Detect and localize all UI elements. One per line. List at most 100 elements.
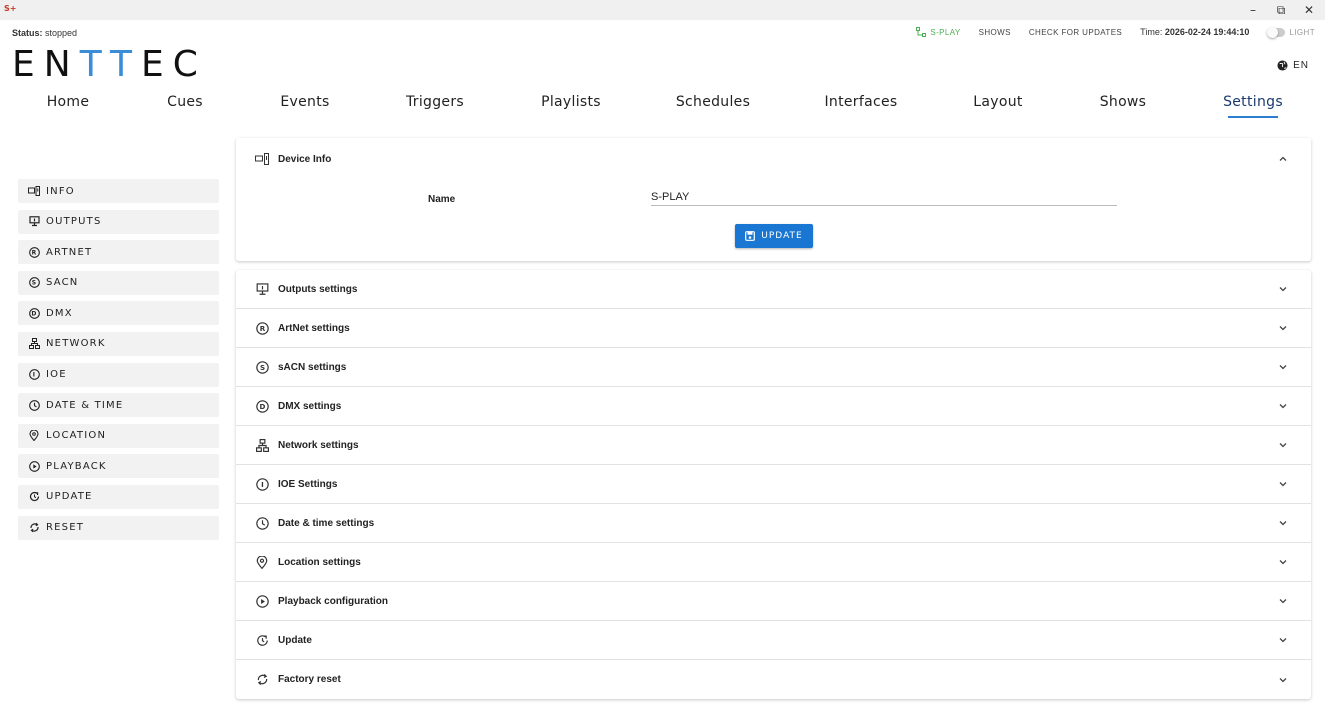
language-selector[interactable]: EN <box>1277 60 1309 71</box>
sidebar-item-label: OUTPUTS <box>46 216 102 228</box>
tab-home[interactable]: Home <box>47 94 90 110</box>
update-button[interactable]: UPDATE <box>735 224 813 248</box>
svg-text:R: R <box>31 249 37 256</box>
device-info-header[interactable]: Device Info <box>236 138 1311 180</box>
section-update[interactable]: Update <box>236 621 1311 660</box>
sidebar-item-ioe[interactable]: I IOE <box>18 362 219 387</box>
svg-text:S: S <box>31 280 37 287</box>
tab-playlists[interactable]: Playlists <box>541 94 601 110</box>
sidebar-item-sacn[interactable]: S SACN <box>18 270 219 295</box>
device-name-input[interactable]: S-PLAY <box>651 188 1117 206</box>
sidebar-item-network[interactable]: NETWORK <box>18 331 219 356</box>
section-label: sACN settings <box>278 361 347 373</box>
sidebar-item-info[interactable]: INFO <box>18 179 219 203</box>
sidebar-item-artnet[interactable]: R ARTNET <box>18 240 219 265</box>
section-dmx-settings[interactable]: D DMX settings <box>236 387 1311 426</box>
playback-status: Status: stopped <box>12 28 77 38</box>
shows-link[interactable]: SHOWS <box>979 28 1011 37</box>
clock-readout: Time: 2026-02-24 19:44:10 <box>1140 27 1249 37</box>
language-label: EN <box>1293 60 1309 71</box>
device-icon <box>28 185 40 197</box>
play-icon <box>254 593 270 609</box>
device-info-title: Device Info <box>278 153 332 165</box>
save-icon <box>745 231 756 241</box>
chevron-up-icon[interactable] <box>1277 153 1289 165</box>
chevron-down-icon[interactable] <box>1277 634 1289 646</box>
sidebar-item-dmx[interactable]: D DMX <box>18 301 219 326</box>
name-label: Name <box>428 194 456 205</box>
chevron-down-icon[interactable] <box>1277 517 1289 529</box>
device-name: S-PLAY <box>930 27 961 37</box>
main-nav: Home Cues Events Triggers Playlists Sche… <box>0 94 1325 124</box>
time-label: Time: <box>1140 27 1163 37</box>
clock-icon <box>28 399 40 411</box>
dmx-icon: D <box>254 398 270 414</box>
outputs-icon <box>28 216 40 228</box>
chevron-down-icon[interactable] <box>1277 400 1289 412</box>
top-toolbar: S-PLAY SHOWS CHECK FOR UPDATES Time: 202… <box>898 26 1315 38</box>
sacn-icon: S <box>254 359 270 375</box>
close-button[interactable]: ✕ <box>1295 0 1323 20</box>
chevron-down-icon[interactable] <box>1277 595 1289 607</box>
settings-sidebar: INFO OUTPUTS R ARTNET S SACN D DMX NETWORK … <box>18 179 219 546</box>
section-label: DMX settings <box>278 400 342 412</box>
sidebar-item-playback[interactable]: PLAYBACK <box>18 454 219 479</box>
chevron-down-icon[interactable] <box>1277 283 1289 295</box>
network-icon <box>28 338 40 350</box>
chevron-down-icon[interactable] <box>1277 556 1289 568</box>
enttec-logo: ENTTEC <box>12 44 207 85</box>
tab-layout[interactable]: Layout <box>973 94 1022 110</box>
tab-shows[interactable]: Shows <box>1100 94 1147 110</box>
theme-switch[interactable] <box>1267 26 1286 38</box>
sidebar-item-update[interactable]: UPDATE <box>18 484 219 509</box>
device-chip[interactable]: S-PLAY <box>916 27 960 37</box>
sidebar-item-label: LOCATION <box>46 430 107 442</box>
section-date-time-settings[interactable]: Date & time settings <box>236 504 1311 543</box>
section-sacn-settings[interactable]: S sACN settings <box>236 348 1311 387</box>
chevron-down-icon[interactable] <box>1277 674 1289 686</box>
section-artnet-settings[interactable]: R ArtNet settings <box>236 309 1311 348</box>
play-icon <box>28 460 40 472</box>
theme-label: LIGHT <box>1289 27 1315 37</box>
svg-text:I: I <box>32 372 35 379</box>
settings-accordion: Outputs settings R ArtNet settings S sAC… <box>236 270 1311 699</box>
sidebar-item-label: INFO <box>46 185 75 197</box>
sidebar-item-label: NETWORK <box>46 338 106 350</box>
tab-events[interactable]: Events <box>280 94 329 110</box>
theme-toggle[interactable]: LIGHT <box>1267 26 1315 38</box>
sidebar-item-reset[interactable]: RESET <box>18 515 219 540</box>
chevron-down-icon[interactable] <box>1277 322 1289 334</box>
section-ioe-settings[interactable]: I IOE Settings <box>236 465 1311 504</box>
chevron-down-icon[interactable] <box>1277 439 1289 451</box>
sidebar-item-date-time[interactable]: DATE & TIME <box>18 393 219 418</box>
app-icon: S+ <box>4 4 17 13</box>
sidebar-item-outputs[interactable]: OUTPUTS <box>18 209 219 234</box>
check-updates-link[interactable]: CHECK FOR UPDATES <box>1029 28 1122 37</box>
tab-cues[interactable]: Cues <box>167 94 203 110</box>
minimize-button[interactable]: – <box>1239 0 1267 20</box>
reset-icon <box>28 522 40 534</box>
restore-button[interactable]: ⧉ <box>1267 0 1295 20</box>
chevron-down-icon[interactable] <box>1277 478 1289 490</box>
section-playback-configuration[interactable]: Playback configuration <box>236 582 1311 621</box>
sidebar-item-label: PLAYBACK <box>46 460 107 472</box>
svg-text:R: R <box>259 323 265 332</box>
section-outputs-settings[interactable]: Outputs settings <box>236 270 1311 309</box>
section-label: Playback configuration <box>278 595 389 607</box>
section-location-settings[interactable]: Location settings <box>236 543 1311 582</box>
sidebar-item-label: UPDATE <box>46 491 93 503</box>
tab-interfaces[interactable]: Interfaces <box>825 94 898 110</box>
chevron-down-icon[interactable] <box>1277 361 1289 373</box>
artnet-icon: R <box>254 320 270 336</box>
ioe-icon: I <box>28 369 40 381</box>
tab-schedules[interactable]: Schedules <box>676 94 750 110</box>
section-network-settings[interactable]: Network settings <box>236 426 1311 465</box>
section-label: Factory reset <box>278 674 341 685</box>
device-info-body: Name S-PLAY UPDATE <box>236 180 1311 261</box>
section-factory-reset[interactable]: Factory reset <box>236 660 1311 699</box>
sidebar-item-location[interactable]: LOCATION <box>18 423 219 448</box>
artnet-icon: R <box>28 246 40 258</box>
globe-icon <box>1277 60 1288 71</box>
tab-triggers[interactable]: Triggers <box>406 94 464 110</box>
tab-settings[interactable]: Settings <box>1223 94 1283 110</box>
